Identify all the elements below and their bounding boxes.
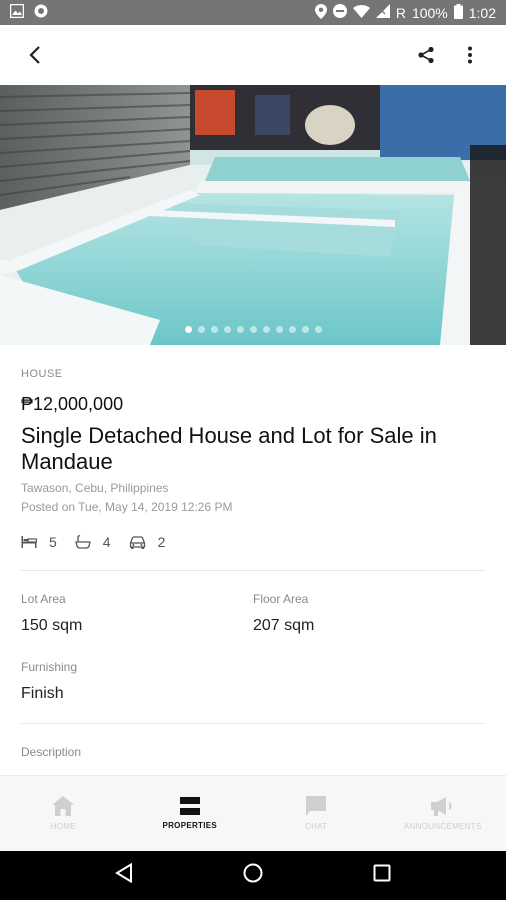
triangle-back-icon [115,862,132,884]
nav-home[interactable]: HOME [0,776,127,851]
back-arrow-icon [29,46,40,64]
listing-location: Tawason, Cebu, Philippines [21,481,169,495]
furnishing-cell: Furnishing Finish [21,660,485,703]
lot-area-value: 150 sqm [21,617,83,634]
carousel-dot[interactable] [210,326,218,333]
nav-announcements[interactable]: ANNOUNCEMENTS [380,776,506,851]
clock: 1:02 [468,4,496,21]
furnishing-label: Furnishing [21,660,78,674]
listing-details: HOUSE ₱12,000,000 Single Detached House … [0,345,506,775]
carousel-dot[interactable] [275,326,283,333]
square-recents-icon [373,864,391,882]
nav-home-label: HOME [50,822,76,831]
divider [21,570,485,571]
status-bar: R 100% 1:02 [0,0,506,25]
carousel-dot[interactable] [301,326,309,333]
nav-properties[interactable]: PROPERTIES [127,776,254,851]
carousel-dot[interactable] [262,326,270,333]
bed-icon [21,536,37,548]
carousel-dot[interactable] [184,326,192,333]
app-bar [0,25,506,85]
parking-count: 2 [157,534,166,550]
area-grid: Lot Area 150 sqm Floor Area 207 sqm [21,592,485,635]
nav-chat-label: CHAT [305,822,328,831]
features-row: 5 4 2 [21,534,485,550]
pool-photo [0,85,506,345]
megaphone-icon [430,797,452,816]
carousel-dot[interactable] [288,326,296,333]
divider [21,723,485,724]
furnishing-value: Finish [21,685,64,702]
floor-area-cell: Floor Area 207 sqm [253,592,485,635]
wifi-icon [352,4,370,21]
lot-area-label: Lot Area [21,592,66,606]
nav-chat[interactable]: CHAT [253,776,380,851]
bathrooms-count: 4 [102,534,111,550]
battery-percent: 100% [411,4,448,21]
carousel-dot[interactable] [197,326,205,333]
listing-title: Single Detached House and Lot for Sale i… [21,423,437,474]
more-vertical-icon [468,46,472,64]
system-back-button[interactable] [115,862,133,888]
do-not-disturb-icon [332,4,347,21]
bedrooms-feature: 5 [21,534,57,550]
cell-signal-icon [375,4,390,21]
car-icon [129,535,145,549]
floor-area-label: Floor Area [253,592,309,606]
carousel-dot[interactable] [236,326,244,333]
bottom-navigation: HOME PROPERTIES CHAT ANNOUNCEMENTS [0,775,506,851]
nav-announcements-label: ANNOUNCEMENTS [403,822,482,831]
share-icon [418,46,434,64]
battery-icon [453,3,463,22]
image-notification-icon [9,3,25,21]
location-icon [314,3,327,22]
home-icon [52,796,75,816]
system-navigation-bar [0,851,506,900]
properties-icon [179,797,200,815]
property-type: HOUSE [21,368,63,380]
share-button[interactable] [404,33,448,77]
nav-properties-label: PROPERTIES [162,821,218,830]
more-options-button[interactable] [448,33,492,77]
network-type: R [395,4,406,21]
posted-date: Posted on Tue, May 14, 2019 12:26 PM [21,500,233,514]
carousel-dot[interactable] [223,326,231,333]
description-label: Description [21,745,82,759]
photo-carousel[interactable] [0,85,506,345]
parking-feature: 2 [129,534,166,550]
bedrooms-count: 5 [49,534,57,550]
lot-area-cell: Lot Area 150 sqm [21,592,253,635]
bathtub-icon [74,535,91,549]
system-home-button[interactable] [243,863,263,888]
carousel-dot[interactable] [249,326,257,333]
floor-area-value: 207 sqm [253,617,315,634]
back-button[interactable] [14,33,58,77]
chat-icon [306,796,327,816]
listing-price: ₱12,000,000 [21,394,124,414]
carousel-indicator[interactable] [0,326,506,333]
carousel-dot[interactable] [314,326,322,333]
bathrooms-feature: 4 [74,534,111,550]
circle-home-icon [243,863,263,883]
app-notification-icon [34,4,48,21]
system-recents-button[interactable] [373,864,391,887]
